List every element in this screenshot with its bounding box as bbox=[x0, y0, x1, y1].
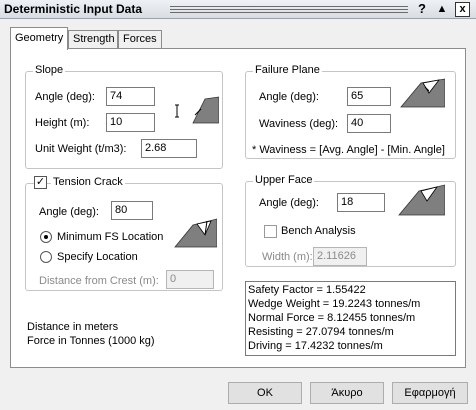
slope-angle-label: Angle (deg): bbox=[35, 91, 95, 103]
width-input[interactable]: 2.11626 bbox=[313, 247, 367, 266]
apply-button[interactable]: Εφαρμογή bbox=[392, 382, 468, 404]
close-button[interactable]: x bbox=[455, 2, 470, 17]
result-safety-factor: Safety Factor = 1.55422 bbox=[248, 284, 366, 296]
specify-location-radio[interactable] bbox=[40, 251, 52, 263]
plane-angle-input[interactable]: 65 bbox=[347, 87, 391, 106]
width-label: Width (m): bbox=[262, 251, 313, 263]
slope-diagram-icon bbox=[175, 96, 219, 124]
collapse-button[interactable]: ▲ bbox=[434, 1, 450, 17]
upper-face-title: Upper Face bbox=[253, 174, 315, 186]
tension-crack-title: Tension Crack bbox=[51, 176, 125, 188]
result-resisting: Resisting = 27.0794 tonnes/m bbox=[248, 326, 394, 338]
waviness-input[interactable]: 40 bbox=[347, 114, 391, 133]
tab-forces[interactable]: Forces bbox=[118, 30, 162, 49]
crack-angle-input[interactable]: 80 bbox=[111, 201, 153, 220]
title-bar: Deterministic Input Data ? ▲ x bbox=[0, 0, 476, 19]
geometry-panel: Slope Angle (deg): 74 Height (m): 10 Uni… bbox=[10, 48, 466, 368]
result-driving: Driving = 17.4232 tonnes/m bbox=[248, 340, 383, 352]
crack-angle-label: Angle (deg): bbox=[39, 206, 99, 218]
slope-group-title: Slope bbox=[33, 64, 66, 76]
result-wedge-weight: Wedge Weight = 19.2243 tonnes/m bbox=[248, 298, 421, 310]
unit-weight-label: Unit Weight (t/m3): bbox=[35, 143, 127, 155]
distance-from-crest-label: Distance from Crest (m): bbox=[39, 275, 159, 287]
min-fs-location-label[interactable]: Minimum FS Location bbox=[57, 231, 163, 243]
failure-plane-title: Failure Plane bbox=[253, 64, 322, 76]
min-fs-location-radio[interactable] bbox=[40, 231, 52, 243]
bench-analysis-label[interactable]: Bench Analysis bbox=[281, 225, 356, 237]
plane-angle-label: Angle (deg): bbox=[259, 91, 319, 103]
cancel-button[interactable]: Άκυρο bbox=[310, 382, 384, 404]
bench-analysis-checkbox[interactable] bbox=[264, 225, 277, 238]
waviness-label: Waviness (deg): bbox=[259, 118, 339, 130]
unit-weight-input[interactable]: 2.68 bbox=[141, 139, 197, 158]
slope-height-label: Height (m): bbox=[35, 117, 90, 129]
result-normal-force: Normal Force = 8.12455 tonnes/m bbox=[248, 312, 416, 324]
slope-angle-input[interactable]: 74 bbox=[106, 87, 155, 106]
waviness-note: * Waviness = [Avg. Angle] - [Min. Angle] bbox=[252, 144, 445, 156]
slope-height-input[interactable]: 10 bbox=[106, 113, 155, 132]
upper-face-diagram-icon bbox=[398, 184, 445, 216]
failure-plane-diagram-icon bbox=[400, 78, 445, 108]
results-box: Safety Factor = 1.55422 Wedge Weight = 1… bbox=[245, 281, 456, 356]
upper-face-angle-input[interactable]: 18 bbox=[337, 193, 385, 212]
units-distance-note: Distance in meters bbox=[27, 321, 119, 333]
tab-strength[interactable]: Strength bbox=[68, 30, 118, 49]
upper-face-angle-label: Angle (deg): bbox=[259, 197, 319, 209]
distance-from-crest-input[interactable]: 0 bbox=[166, 270, 214, 289]
help-button[interactable]: ? bbox=[414, 1, 430, 17]
title-bar-grip[interactable] bbox=[170, 6, 408, 13]
tension-crack-diagram-icon bbox=[174, 218, 217, 248]
specify-location-label[interactable]: Specify Location bbox=[57, 251, 138, 263]
tension-crack-checkbox[interactable]: ✓ bbox=[34, 176, 47, 189]
tab-geometry[interactable]: Geometry bbox=[10, 27, 68, 50]
units-force-note: Force in Tonnes (1000 kg) bbox=[27, 335, 155, 347]
window-title: Deterministic Input Data bbox=[4, 2, 143, 16]
ok-button[interactable]: OK bbox=[228, 382, 302, 404]
